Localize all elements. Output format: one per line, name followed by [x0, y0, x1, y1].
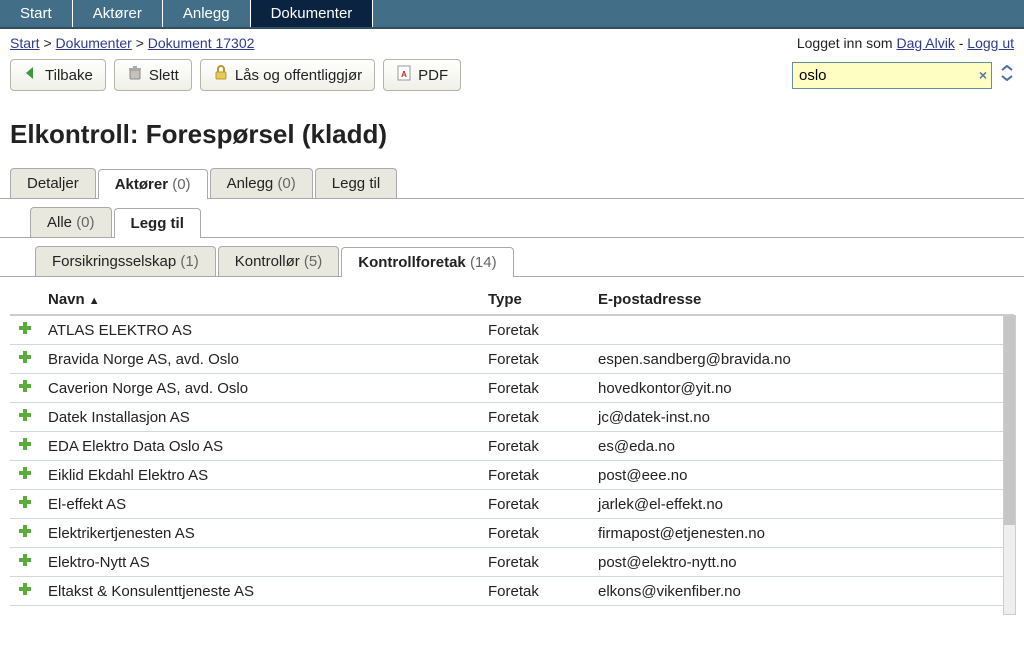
cell-type: Foretak	[480, 315, 590, 345]
cell-type: Foretak	[480, 432, 590, 461]
cell-type: Foretak	[480, 519, 590, 548]
back-button[interactable]: Tilbake	[10, 59, 106, 91]
breadcrumb-dokumenter[interactable]: Dokumenter	[56, 35, 132, 51]
breadcrumb-sep: >	[43, 35, 51, 51]
tab-aktorer[interactable]: Aktører (0)	[98, 169, 208, 199]
cell-name: Eiklid Ekdahl Elektro AS	[40, 461, 480, 490]
add-row-icon[interactable]	[18, 379, 32, 393]
kontrollforetak-table: Navn▲ Type E-postadresse ATLAS ELEKTRO A…	[10, 285, 1014, 606]
breadcrumb-dokument[interactable]: Dokument 17302	[148, 35, 255, 51]
tab-detaljer[interactable]: Detaljer	[10, 168, 96, 198]
user-link[interactable]: Dag Alvik	[896, 35, 954, 51]
pdf-icon: A	[396, 65, 412, 85]
cell-email: elkons@vikenfiber.no	[590, 577, 1014, 606]
nav-aktorer[interactable]: Aktører	[73, 0, 163, 27]
nav-dokumenter[interactable]: Dokumenter	[251, 0, 374, 27]
cell-name: Eltakst & Konsulenttjeneste AS	[40, 577, 480, 606]
cell-email: espen.sandberg@bravida.no	[590, 345, 1014, 374]
table-row: ATLAS ELEKTRO ASForetak	[10, 315, 1014, 345]
cell-type: Foretak	[480, 403, 590, 432]
nav-anlegg[interactable]: Anlegg	[163, 0, 251, 27]
add-row-icon[interactable]	[18, 350, 32, 364]
cell-name: Datek Installasjon AS	[40, 403, 480, 432]
cell-name: ATLAS ELEKTRO AS	[40, 315, 480, 345]
tab-leggtil[interactable]: Legg til	[315, 168, 397, 198]
cell-name: Bravida Norge AS, avd. Oslo	[40, 345, 480, 374]
cell-type: Foretak	[480, 461, 590, 490]
pdf-button[interactable]: A PDF	[383, 59, 461, 91]
lock-icon	[213, 65, 229, 85]
page-title: Elkontroll: Forespørsel (kladd)	[0, 97, 1024, 168]
logout-link[interactable]: Logg ut	[967, 35, 1014, 51]
cell-name: Elektrikertjenesten AS	[40, 519, 480, 548]
add-row-icon[interactable]	[18, 495, 32, 509]
table-row: Eiklid Ekdahl Elektro ASForetakpost@eee.…	[10, 461, 1014, 490]
breadcrumb-sep: >	[136, 35, 144, 51]
lock-publish-button-label: Lås og offentliggjør	[235, 67, 362, 84]
th-action	[10, 285, 40, 315]
cell-type: Foretak	[480, 490, 590, 519]
logged-in-label: Logget inn som	[797, 35, 897, 51]
table-row: Elektro-Nytt ASForetakpost@elektro-nytt.…	[10, 548, 1014, 577]
subtab-kontrollor[interactable]: Kontrollør (5)	[218, 246, 340, 276]
table-row: Elektrikertjenesten ASForetakfirmapost@e…	[10, 519, 1014, 548]
add-row-icon[interactable]	[18, 408, 32, 422]
add-row-icon[interactable]	[18, 582, 32, 596]
back-button-label: Tilbake	[45, 67, 93, 84]
add-row-icon[interactable]	[18, 437, 32, 451]
add-row-icon[interactable]	[18, 466, 32, 480]
lock-publish-button[interactable]: Lås og offentliggjør	[200, 59, 375, 91]
subtab-leggtil[interactable]: Legg til	[114, 208, 201, 238]
top-nav: Start Aktører Anlegg Dokumenter	[0, 0, 1024, 29]
cell-name: EDA Elektro Data Oslo AS	[40, 432, 480, 461]
table-scrollbar[interactable]	[1003, 315, 1016, 615]
add-row-icon[interactable]	[18, 321, 32, 335]
cell-name: Elektro-Nytt AS	[40, 548, 480, 577]
add-row-icon[interactable]	[18, 524, 32, 538]
breadcrumb-start[interactable]: Start	[10, 35, 40, 51]
user-info: Logget inn som Dag Alvik - Logg ut	[797, 35, 1014, 51]
cell-email	[590, 315, 1014, 345]
cell-type: Foretak	[480, 577, 590, 606]
cell-email: firmapost@etjenesten.no	[590, 519, 1014, 548]
scrollbar-thumb[interactable]	[1004, 316, 1015, 525]
table-row: El-effekt ASForetakjarlek@el-effekt.no	[10, 490, 1014, 519]
cell-type: Foretak	[480, 548, 590, 577]
delete-button[interactable]: Slett	[114, 59, 192, 91]
trash-icon	[127, 65, 143, 85]
cell-email: hovedkontor@yit.no	[590, 374, 1014, 403]
cell-email: post@elektro-nytt.no	[590, 548, 1014, 577]
cell-email: es@eda.no	[590, 432, 1014, 461]
table-row: Eltakst & Konsulenttjeneste ASForetakelk…	[10, 577, 1014, 606]
cell-email: jc@datek-inst.no	[590, 403, 1014, 432]
breadcrumb: Start > Dokumenter > Dokument 17302	[10, 35, 254, 51]
th-epost[interactable]: E-postadresse	[590, 285, 1014, 315]
cell-email: post@eee.no	[590, 461, 1014, 490]
tab-anlegg[interactable]: Anlegg (0)	[210, 168, 313, 198]
cell-type: Foretak	[480, 345, 590, 374]
subtab-kontrollforetak[interactable]: Kontrollforetak (14)	[341, 247, 513, 277]
subtab-alle[interactable]: Alle (0)	[30, 207, 112, 237]
delete-button-label: Slett	[149, 67, 179, 84]
expand-chevrons-icon[interactable]	[1000, 65, 1014, 86]
th-navn[interactable]: Navn▲	[40, 285, 480, 315]
cell-type: Foretak	[480, 374, 590, 403]
sort-asc-icon: ▲	[89, 295, 100, 307]
subtab-forsikringsselskap[interactable]: Forsikringsselskap (1)	[35, 246, 216, 276]
table-row: Caverion Norge AS, avd. OsloForetakhoved…	[10, 374, 1014, 403]
cell-email: jarlek@el-effekt.no	[590, 490, 1014, 519]
th-type[interactable]: Type	[480, 285, 590, 315]
cell-name: Caverion Norge AS, avd. Oslo	[40, 374, 480, 403]
table-row: Bravida Norge AS, avd. OsloForetakespen.…	[10, 345, 1014, 374]
cell-name: El-effekt AS	[40, 490, 480, 519]
search-input[interactable]	[792, 62, 992, 89]
table-row: EDA Elektro Data Oslo ASForetakes@eda.no	[10, 432, 1014, 461]
clear-search-icon[interactable]: ×	[979, 67, 987, 83]
nav-start[interactable]: Start	[0, 0, 73, 27]
svg-text:A: A	[401, 70, 407, 79]
add-row-icon[interactable]	[18, 553, 32, 567]
table-row: Datek Installasjon ASForetakjc@datek-ins…	[10, 403, 1014, 432]
pdf-button-label: PDF	[418, 67, 448, 84]
arrow-left-icon	[23, 65, 39, 85]
